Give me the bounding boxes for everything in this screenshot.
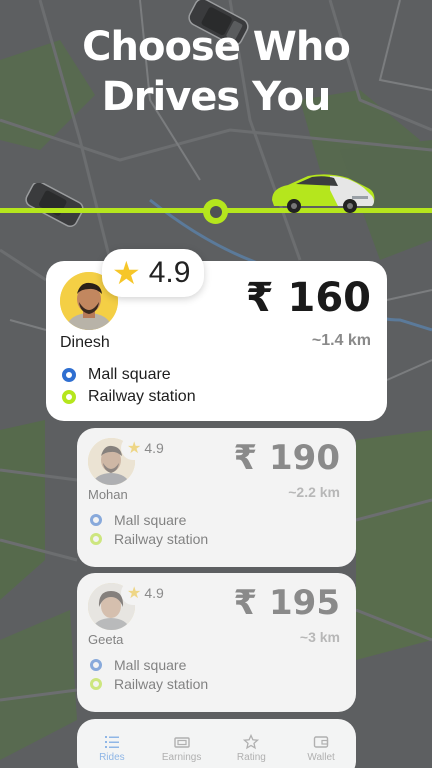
rating-value: 4.9: [144, 440, 164, 456]
star-icon: [243, 733, 260, 749]
rating-badge: ★ 4.9: [121, 581, 170, 605]
headline-line-2: Drives You: [101, 74, 332, 120]
dropoff-dot-icon: [62, 390, 76, 404]
pickup-label: Mall square: [114, 657, 187, 673]
driver-name: Geeta: [88, 632, 124, 647]
pickup-label: Mall square: [114, 512, 187, 528]
pickup-dot-icon: [90, 659, 102, 671]
distance: ~3 km: [299, 629, 340, 645]
rating-value: 4.9: [144, 585, 164, 601]
rating-badge: ★ 4.9: [102, 249, 205, 297]
list-icon: [104, 735, 119, 748]
dropoff-label: Railway station: [114, 676, 209, 692]
nav-item-rating[interactable]: Rating: [217, 733, 287, 763]
pickup-location: Mall square: [90, 657, 186, 673]
headline: Choose Who Drives You: [0, 22, 432, 122]
driver-card[interactable]: ★ 4.9 Mohan ₹ 190 ~2.2 km Mall square Ra…: [77, 428, 356, 567]
pickup-location: Mall square: [62, 366, 171, 384]
nav-item-wallet[interactable]: Wallet: [286, 734, 356, 763]
star-icon: ★: [112, 255, 141, 291]
fare-price: ₹ 160: [245, 275, 371, 321]
route-marker-icon: [203, 199, 228, 224]
star-icon: ★: [127, 440, 142, 457]
car-icon: [25, 183, 84, 227]
pickup-label: Mall square: [88, 366, 171, 383]
distance: ~1.4 km: [311, 332, 371, 349]
nav-label: Earnings: [161, 751, 202, 763]
driver-card[interactable]: ★ 4.9 Dinesh ₹ 160 ~1.4 km Mall square R…: [46, 249, 387, 421]
pickup-location: Mall square: [90, 512, 186, 528]
rating-badge: ★ 4.9: [121, 436, 170, 460]
driver-name: Dinesh: [60, 334, 110, 351]
dropoff-label: Railway station: [114, 531, 209, 547]
fare-price: ₹ 195: [233, 583, 340, 623]
dropoff-location: Railway station: [90, 676, 208, 692]
driver-name: Mohan: [88, 487, 128, 502]
dropoff-dot-icon: [90, 678, 102, 690]
wallet-icon: [313, 735, 329, 748]
nav-label: Wallet: [307, 751, 335, 763]
pickup-dot-icon: [90, 514, 102, 526]
dropoff-label: Railway station: [88, 388, 196, 405]
nav-item-rides[interactable]: Rides: [77, 734, 147, 763]
rating-value: 4.9: [148, 256, 191, 289]
driver-card[interactable]: ★ 4.9 Geeta ₹ 195 ~3 km Mall square Rail…: [77, 573, 356, 712]
nav-label: Rides: [99, 751, 125, 763]
star-icon: ★: [127, 585, 142, 602]
dropoff-location: Railway station: [62, 388, 196, 406]
wallet-cash-icon: [173, 736, 190, 748]
nav-item-earnings[interactable]: Earnings: [147, 734, 217, 763]
dropoff-location: Railway station: [90, 531, 208, 547]
dropoff-dot-icon: [90, 533, 102, 545]
headline-line-1: Choose Who: [82, 24, 351, 70]
fare-price: ₹ 190: [233, 438, 340, 478]
pickup-dot-icon: [62, 368, 76, 382]
bottom-nav: Rides Earnings Rating Wallet: [77, 728, 356, 768]
car-icon: [272, 174, 375, 213]
distance: ~2.2 km: [288, 484, 340, 500]
nav-label: Rating: [236, 751, 266, 763]
